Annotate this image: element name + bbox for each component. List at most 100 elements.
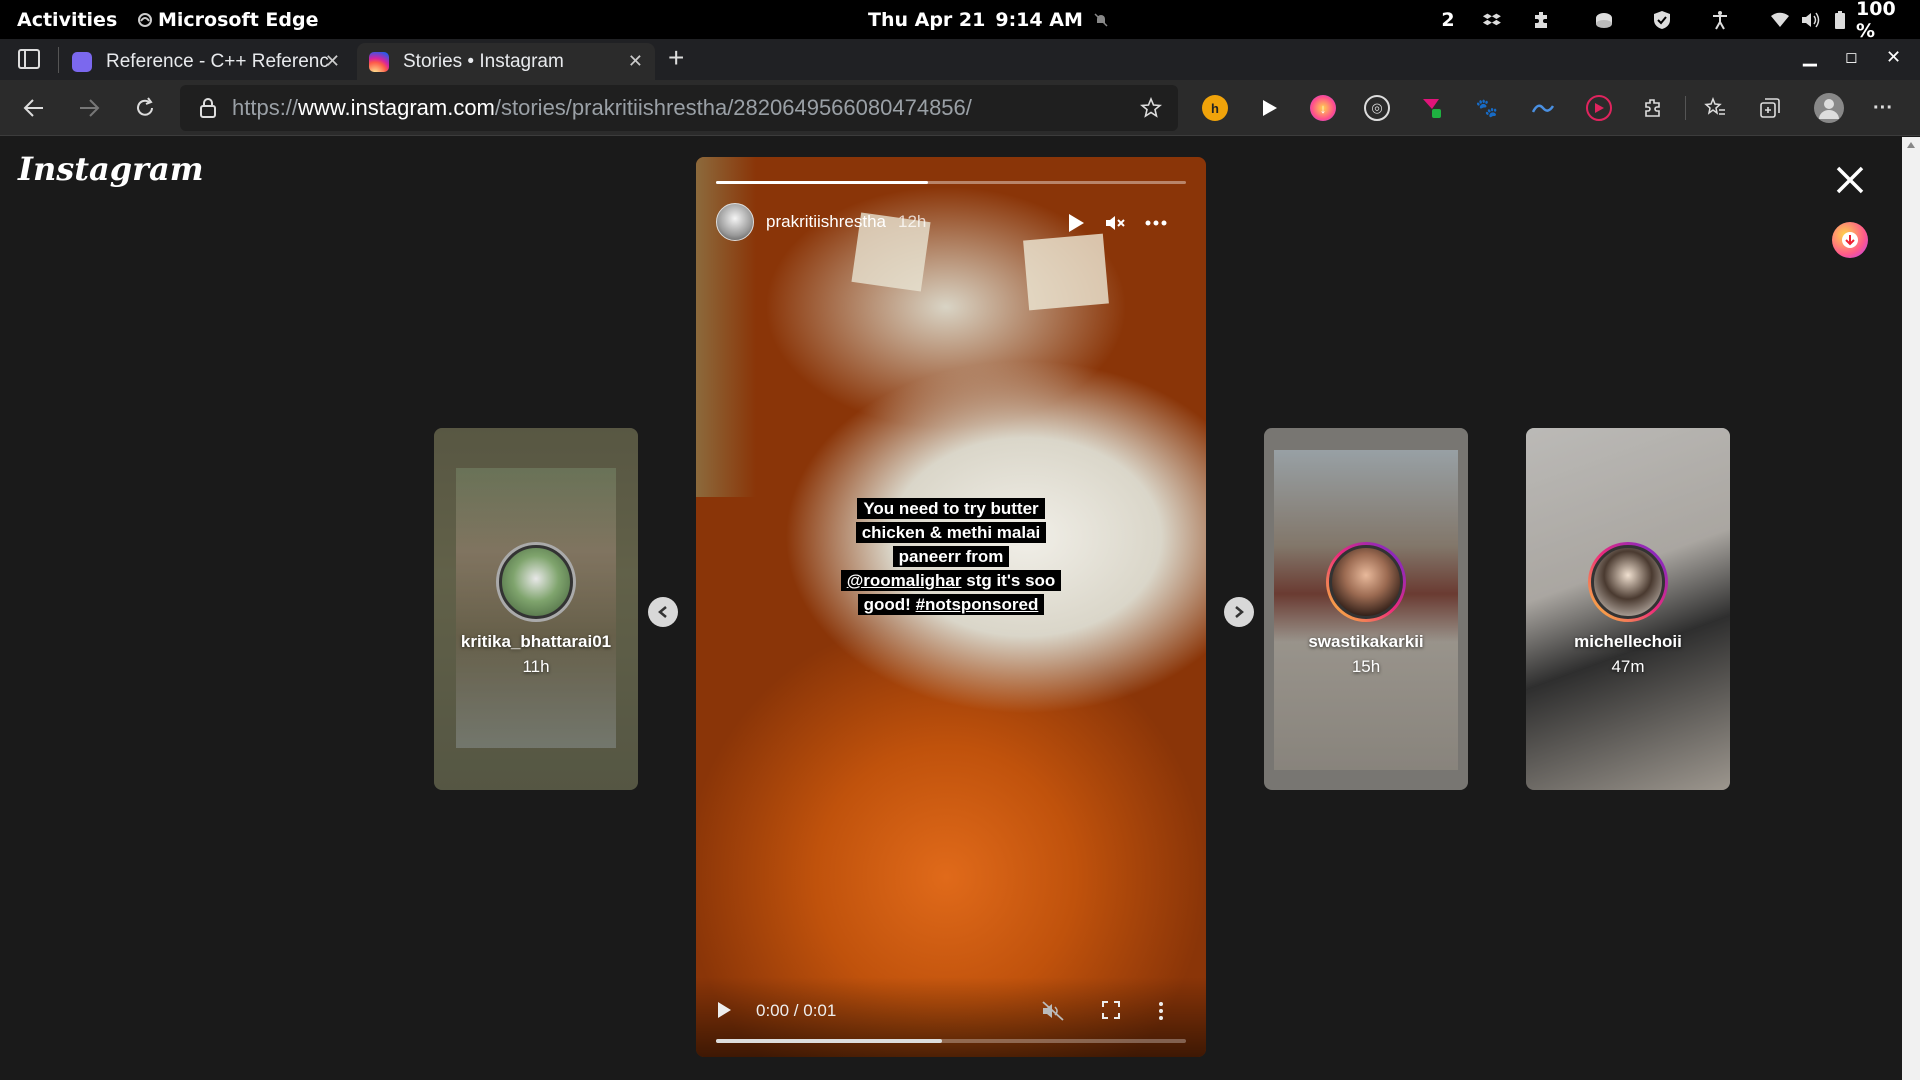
dropbox-icon[interactable] (1480, 0, 1504, 39)
avatar (1591, 545, 1665, 619)
preview-time: 15h (1351, 657, 1381, 676)
favorites-icon[interactable] (1702, 95, 1728, 121)
caption-text: You need to try butter (863, 499, 1039, 518)
new-tab-button[interactable]: + (668, 42, 684, 74)
add-favorite-icon[interactable] (1140, 97, 1162, 119)
honey-extension-icon[interactable]: h (1202, 95, 1228, 121)
instagram-logo[interactable]: Instagram (18, 150, 204, 188)
volume-icon[interactable] (1798, 0, 1822, 39)
avatar (499, 545, 573, 619)
tab-label: Reference - C++ Reference (106, 50, 328, 72)
system-top-bar: Activities Microsoft Edge Thu Apr 21 9:1… (0, 0, 1920, 42)
caption-text: chicken & methi malai (861, 523, 1041, 542)
accessibility-icon[interactable] (1708, 0, 1732, 39)
record-extension-icon[interactable] (1586, 95, 1612, 121)
more-options-icon[interactable]: ··· (1870, 95, 1896, 121)
video-controls: 0:00 / 0:01 (696, 977, 1206, 1057)
video-more-icon[interactable] (1158, 1001, 1164, 1026)
tab-cpp-reference[interactable]: Reference - C++ Reference ✕ (60, 43, 352, 80)
clock[interactable]: Thu Apr 21 9:14 AM (868, 9, 1109, 31)
story-time: 12h (898, 212, 927, 231)
caption-text: paneerr from (898, 547, 1004, 566)
preview-username: kritika_bhattarai01 (460, 632, 612, 651)
avatar (1329, 545, 1403, 619)
puzzle-extensions-icon[interactable] (1641, 95, 1667, 121)
back-icon[interactable] (20, 94, 48, 122)
minimize-button[interactable]: ▁ (1803, 46, 1817, 67)
gnome-extension-icon[interactable]: 🐾 (1474, 95, 1500, 121)
preview-avatar-ring (496, 542, 576, 622)
story-caption: You need to try butter chicken & methi ma… (766, 497, 1136, 617)
story-viewer[interactable]: prakritiishrestha 12h You need to try bu… (696, 157, 1206, 1057)
avatar[interactable] (716, 203, 754, 241)
activities-button[interactable]: Activities (17, 9, 117, 31)
play-icon[interactable] (1062, 209, 1090, 237)
date-label: Thu Apr 21 (868, 8, 986, 31)
app-menu[interactable]: Microsoft Edge (138, 9, 319, 31)
tab-actions-icon[interactable] (18, 49, 42, 71)
time-label: 9:14 AM (995, 8, 1083, 31)
tab-strip: Reference - C++ Reference ✕ Stories • In… (0, 39, 1920, 80)
page-scrollbar[interactable] (1902, 137, 1920, 1080)
lock-icon[interactable] (200, 98, 216, 118)
caption-text: good! (863, 595, 916, 614)
scroll-up-arrow[interactable] (1907, 142, 1915, 148)
edge-icon (138, 12, 152, 27)
battery-percentage: 100 % (1856, 0, 1896, 42)
wave-extension-icon[interactable] (1530, 95, 1556, 121)
preview-time: 11h (522, 657, 550, 676)
tab-instagram-stories[interactable]: Stories • Instagram ✕ (357, 43, 655, 80)
refresh-icon[interactable] (131, 94, 159, 122)
next-story-button[interactable] (1224, 597, 1254, 627)
instagram-favicon (369, 51, 389, 72)
maximize-button[interactable]: ◻ (1845, 48, 1857, 66)
collections-icon[interactable] (1757, 95, 1783, 121)
cpp-reference-favicon (72, 51, 92, 72)
preview-time: 47m (1611, 657, 1645, 676)
pocket-extension-icon[interactable] (1418, 95, 1444, 121)
caption-line: @roomalighar stg it's soo (840, 570, 1062, 591)
shield-icon[interactable] (1650, 0, 1674, 39)
mute-icon[interactable] (1102, 209, 1130, 237)
workspace-count: 2 (1441, 8, 1455, 31)
app-name: Microsoft Edge (158, 8, 319, 31)
tab-label: Stories • Instagram (403, 50, 564, 72)
close-story-viewer-icon[interactable] (1832, 162, 1868, 198)
url-scheme: https:// (232, 95, 299, 120)
divider (58, 47, 59, 73)
caption-line: You need to try butter (857, 498, 1045, 519)
caption-link[interactable]: @roomalighar (847, 571, 962, 590)
preview-avatar-ring (1326, 542, 1406, 622)
story-download-extension-icon[interactable] (1832, 222, 1868, 258)
close-tab-icon[interactable]: ✕ (628, 51, 643, 72)
story-preview-kritika[interactable]: kritika_bhattarai01 11h (434, 428, 638, 790)
download-extension-icon[interactable]: ↓ (1310, 95, 1336, 121)
close-tab-icon[interactable]: ✕ (325, 51, 340, 72)
brain-extension-icon[interactable]: ◎ (1364, 95, 1390, 121)
preview-username: michellechoii (1574, 632, 1682, 651)
forward-icon[interactable] (75, 94, 103, 122)
story-preview-swastika[interactable]: swastikakarkii 15h (1264, 428, 1468, 790)
close-window-button[interactable]: ✕ (1886, 47, 1901, 68)
caption-link[interactable]: #notsponsored (916, 595, 1039, 614)
caption-line: paneerr from (892, 546, 1010, 567)
previous-story-button[interactable] (648, 597, 678, 627)
video-play-icon[interactable] (716, 1001, 732, 1024)
play-extension-icon[interactable] (1256, 95, 1282, 121)
video-seek-bar[interactable] (716, 1039, 1186, 1043)
address-bar[interactable]: https://www.instagram.com/stories/prakri… (180, 85, 1178, 131)
story-username[interactable]: prakritiishrestha (766, 212, 886, 232)
fullscreen-icon[interactable] (1102, 1001, 1120, 1024)
profile-avatar[interactable] (1814, 93, 1844, 123)
drive-icon[interactable] (1592, 0, 1616, 39)
story-preview-michelle[interactable]: michellechoii 47m (1526, 428, 1730, 790)
workspace-indicator[interactable]: 2 (1436, 0, 1460, 39)
wifi-icon[interactable] (1768, 0, 1792, 39)
story-progress-fill (716, 181, 928, 184)
battery-icon[interactable] (1830, 0, 1850, 39)
story-progress-bar (716, 181, 1186, 184)
video-mute-icon[interactable] (1042, 1001, 1064, 1026)
video-seek-fill (716, 1039, 942, 1043)
more-options-icon[interactable] (1142, 209, 1170, 237)
extensions-icon[interactable] (1530, 0, 1554, 39)
